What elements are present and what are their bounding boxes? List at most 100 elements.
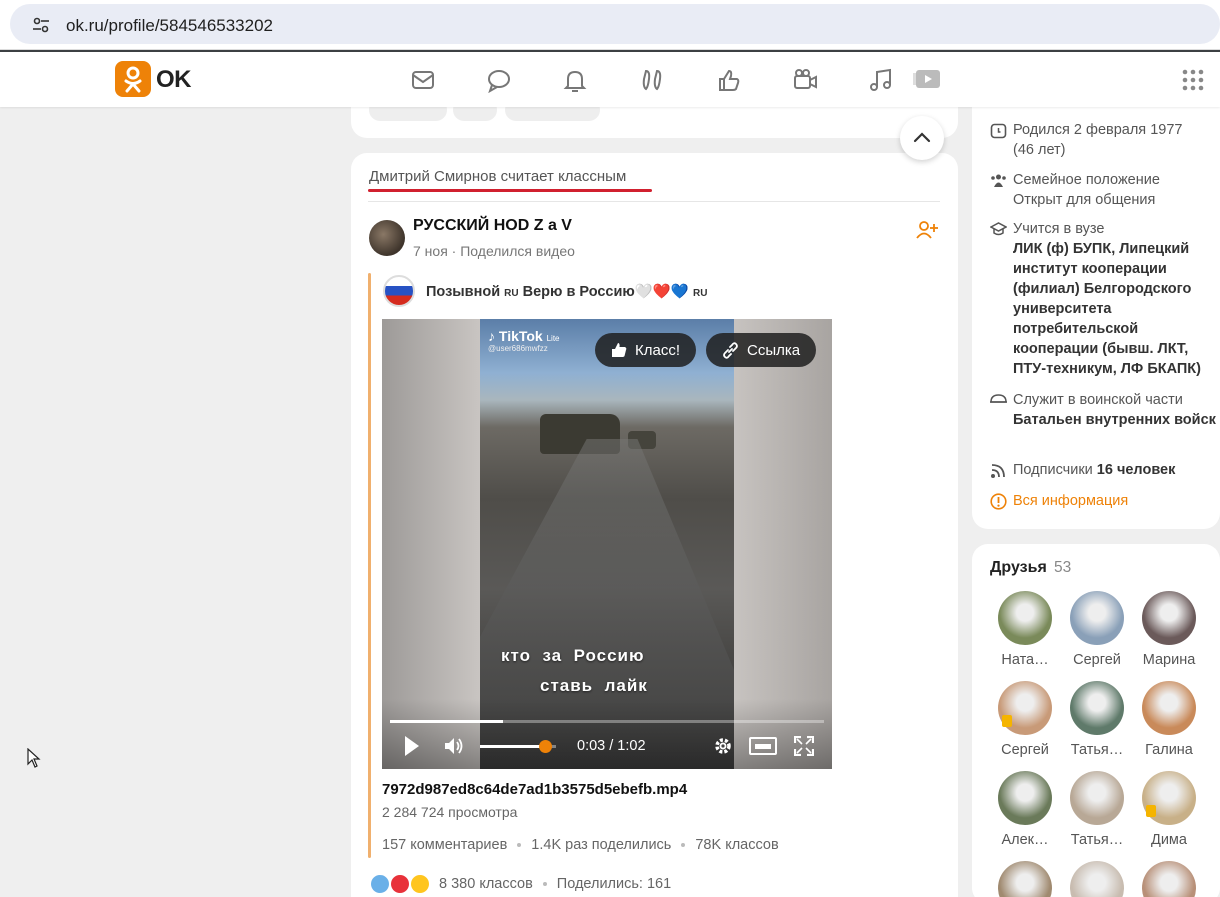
post-author[interactable]: РУССКИЙ HOD Z a V <box>413 217 572 235</box>
friend-avatar[interactable] <box>1142 771 1196 825</box>
video-views: 2 284 724 просмотра <box>382 804 518 820</box>
friend-name[interactable]: Марина <box>1138 652 1200 668</box>
friend-name[interactable]: Сергей <box>1066 652 1128 668</box>
volume-knob[interactable] <box>538 740 552 753</box>
settings-gear-icon[interactable] <box>712 735 734 757</box>
repost-author[interactable]: Позывной RU Верю в Россию🤍❤️💙 RU <box>426 283 707 300</box>
video-link-button[interactable]: Ссылка <box>706 333 817 367</box>
friend-avatar[interactable] <box>998 771 1052 825</box>
site-header: OK <box>0 52 1220 107</box>
video-like-button[interactable]: Класс! <box>595 333 696 367</box>
events-icon[interactable] <box>716 67 742 93</box>
friend-name[interactable]: Дима <box>1138 832 1200 848</box>
ok-logo-icon[interactable] <box>115 61 151 97</box>
author-avatar[interactable] <box>369 220 405 256</box>
url-text[interactable]: ok.ru/profile/584546533202 <box>66 16 273 36</box>
friend-avatar[interactable] <box>1070 591 1124 645</box>
friends-count: 53 <box>1054 559 1072 576</box>
chevron-up-icon <box>913 132 931 143</box>
friend-item[interactable]: Дима <box>1138 771 1200 848</box>
video-progress-bar[interactable] <box>390 720 824 723</box>
comment-button[interactable] <box>369 107 447 121</box>
friend-item[interactable]: Татья… <box>1066 681 1128 758</box>
post-reactions[interactable]: 8 380 классов Поделились: 161 <box>369 873 671 895</box>
all-info-link[interactable]: Вся информация <box>1013 491 1216 511</box>
add-friend-icon[interactable] <box>916 220 938 240</box>
friend-item[interactable]: Алек… <box>994 771 1056 848</box>
logo-text[interactable]: OK <box>156 66 192 94</box>
video-caption-line1: кто за Россию <box>501 646 645 665</box>
friend-avatar[interactable] <box>1142 591 1196 645</box>
play-icon[interactable] <box>404 735 420 757</box>
friend-avatar[interactable] <box>1070 861 1124 897</box>
fullscreen-icon[interactable] <box>794 736 814 756</box>
tune-icon[interactable] <box>32 17 50 33</box>
friends-card: Друзья 53 Ната… Сергей Марина Сергей Татья… Г… <box>972 544 1220 897</box>
friend-name[interactable]: Татья… <box>1066 832 1128 848</box>
friend-item[interactable]: Сергей <box>1066 591 1128 668</box>
video-player[interactable]: ♪ TikTok Lite @user686mwfzz Класс! Ссылк… <box>382 319 832 769</box>
friend-avatar[interactable] <box>1070 771 1124 825</box>
friends-title[interactable]: Друзья <box>990 559 1047 577</box>
share-button[interactable] <box>453 107 497 121</box>
guests-icon[interactable] <box>639 67 665 93</box>
repost-indicator <box>368 273 371 858</box>
tiktok-user: @user686mwfzz <box>488 344 548 353</box>
friend-name[interactable]: Галина <box>1138 742 1200 758</box>
video-filename[interactable]: 7972d987ed8c64de7ad1b3575d5ebefb.mp4 <box>382 781 687 798</box>
comments-count[interactable]: 157 комментариев <box>382 837 507 853</box>
separator-dot <box>542 882 547 886</box>
friend-item[interactable]: Ната… <box>994 591 1056 668</box>
messages-icon[interactable] <box>410 67 436 93</box>
volume-icon[interactable] <box>443 735 465 757</box>
army-link[interactable]: Батальен внутренних войск <box>1013 412 1216 428</box>
friend-avatar[interactable] <box>998 591 1052 645</box>
friend-name[interactable]: Сергей <box>994 742 1056 758</box>
friends-video-icon[interactable] <box>792 67 818 93</box>
friend-item[interactable]: Марина <box>1138 591 1200 668</box>
likes-count[interactable]: 78K классов <box>695 837 778 853</box>
friend-item[interactable] <box>994 861 1056 897</box>
friend-avatar[interactable] <box>998 861 1052 897</box>
klass-total[interactable]: 8 380 классов <box>439 876 533 892</box>
notifications-icon[interactable] <box>562 67 588 93</box>
browser-toolbar: ok.ru/profile/584546533202 <box>0 0 1220 52</box>
repost-author-avatar[interactable] <box>383 275 415 307</box>
subscribers-link[interactable]: 16 человек <box>1097 462 1176 478</box>
feed-post: Дмитрий Смирнов считает классным РУССКИЙ… <box>351 153 958 897</box>
friend-item[interactable] <box>1066 861 1128 897</box>
address-bar[interactable]: ok.ru/profile/584546533202 <box>10 4 1220 44</box>
post-date: 7 ноя <box>413 243 448 259</box>
all-info-row[interactable]: Вся информация <box>990 491 1216 511</box>
profile-info-card: Родился 2 февраля 1977 (46 лет) Семейное … <box>972 107 1220 529</box>
friend-item[interactable]: Татья… <box>1066 771 1128 848</box>
friend-avatar[interactable] <box>998 681 1052 735</box>
study-link[interactable]: ЛИК (ф) БУПК, Липецкий институт кооперац… <box>1013 241 1201 377</box>
shares-count[interactable]: 1.4K раз поделились <box>531 837 671 853</box>
shared-count[interactable]: Поделились: 161 <box>557 876 671 892</box>
discussions-icon[interactable] <box>486 67 512 93</box>
reaction-heart-icon <box>389 873 411 895</box>
friend-item[interactable] <box>1138 861 1200 897</box>
post-context-label[interactable]: Дмитрий Смирнов считает классным <box>369 168 626 185</box>
separator-dot <box>517 843 522 847</box>
like-button[interactable] <box>505 107 600 121</box>
gift-badge-icon <box>1002 715 1012 727</box>
apps-grid-icon[interactable] <box>1182 69 1204 91</box>
friend-name[interactable]: Татья… <box>1066 742 1128 758</box>
subscribers-row: Подписчики 16 человек <box>990 460 1216 480</box>
divider <box>368 201 940 202</box>
friend-avatar[interactable] <box>1070 681 1124 735</box>
friend-avatar[interactable] <box>1142 861 1196 897</box>
friend-name[interactable]: Ната… <box>994 652 1056 668</box>
video-icon[interactable] <box>912 66 942 92</box>
rss-icon <box>991 464 1005 478</box>
music-icon[interactable] <box>868 67 894 93</box>
friend-avatar[interactable] <box>1142 681 1196 735</box>
friend-item[interactable]: Сергей <box>994 681 1056 758</box>
reaction-laugh-icon <box>409 873 431 895</box>
mini-player-icon[interactable] <box>749 735 777 757</box>
friend-item[interactable]: Галина <box>1138 681 1200 758</box>
friend-name[interactable]: Алек… <box>994 832 1056 848</box>
scroll-to-top-button[interactable] <box>900 116 944 160</box>
